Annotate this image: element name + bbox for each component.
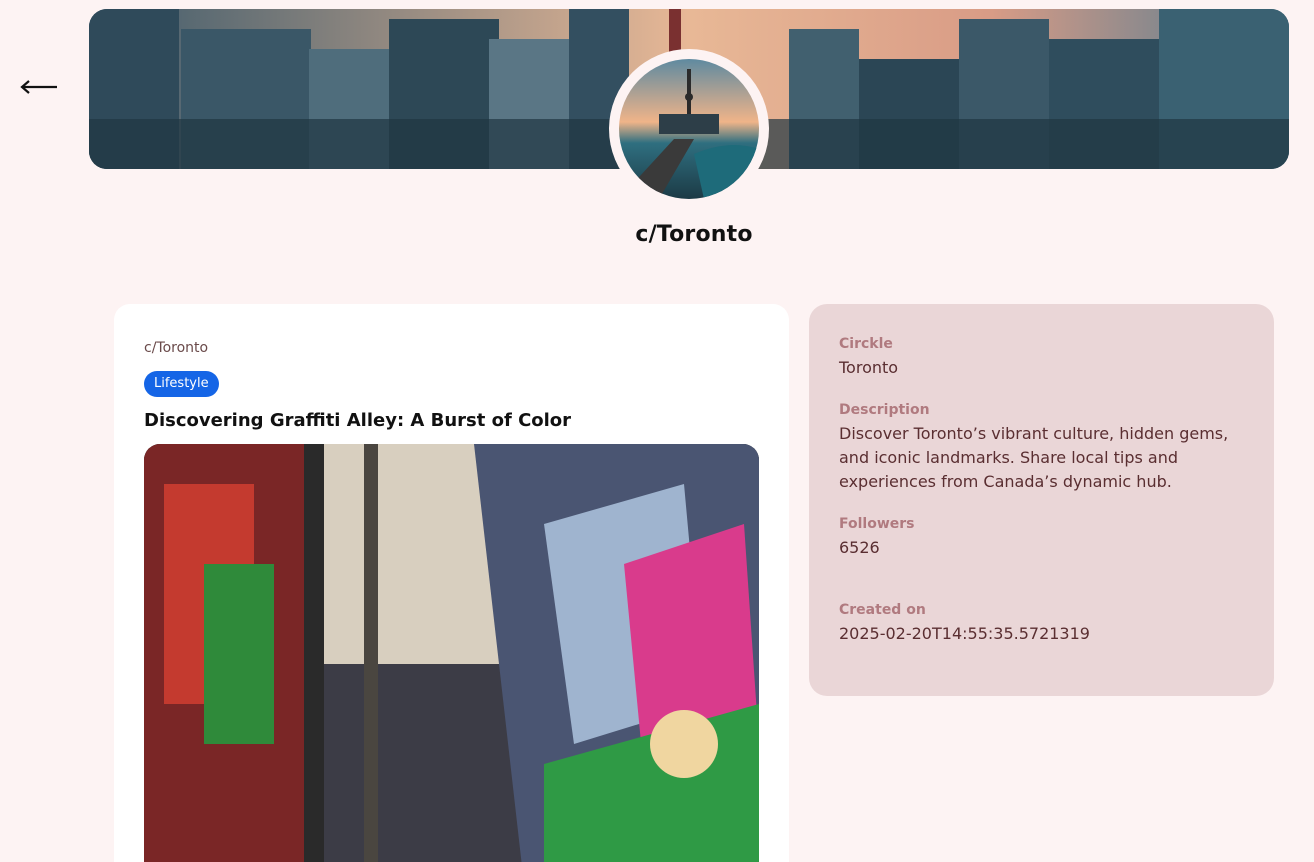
post-image[interactable] — [144, 444, 759, 862]
circle-value: Toronto — [839, 358, 899, 377]
post-card[interactable]: c/Toronto Lifestyle Discovering Graffiti… — [114, 304, 789, 862]
created-info: Created on 2025-02-20T14:55:35.5721319 — [839, 602, 1244, 646]
description-label: Description — [839, 402, 930, 418]
community-page: c/Toronto c/Toronto Lifestyle Discoverin… — [0, 0, 1314, 862]
description-value: Discover Toronto’s vibrant culture, hidd… — [839, 424, 1229, 491]
created-value: 2025-02-20T14:55:35.5721319 — [839, 624, 1090, 643]
post-community-link[interactable]: c/Toronto — [144, 340, 208, 356]
followers-count: 6526 — [839, 538, 880, 557]
back-button[interactable] — [18, 72, 60, 102]
circle-info: Circkle Toronto — [839, 336, 1244, 380]
post-tag-badge[interactable]: Lifestyle — [144, 371, 219, 397]
followers-info: Followers 6526 — [839, 516, 1244, 560]
circle-label: Circkle — [839, 336, 893, 352]
arrow-left-icon — [20, 80, 57, 94]
created-label: Created on — [839, 602, 926, 618]
description-info: Description Discover Toronto’s vibrant c… — [839, 402, 1244, 494]
followers-label: Followers — [839, 516, 915, 532]
community-avatar — [609, 49, 769, 209]
community-info-panel: Circkle Toronto Description Discover Tor… — [809, 304, 1274, 696]
page-title: c/Toronto — [635, 222, 753, 247]
post-title[interactable]: Discovering Graffiti Alley: A Burst of C… — [144, 410, 571, 431]
